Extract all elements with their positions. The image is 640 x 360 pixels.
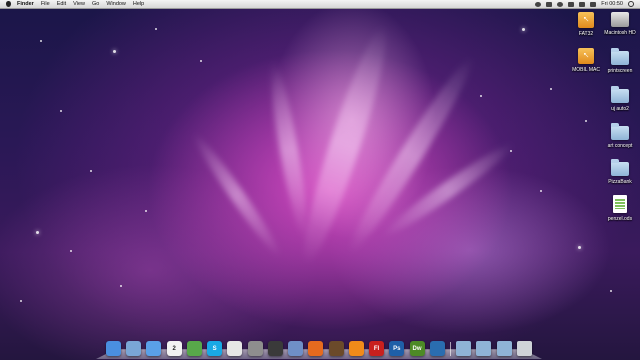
folder-icon (611, 123, 629, 140)
usb-drive-icon: ⭦ (578, 48, 594, 64)
photoshop-icon[interactable]: Ps (389, 341, 405, 356)
folder-icon (611, 86, 629, 103)
bluetooth-icon[interactable] (546, 1, 553, 7)
menu-file[interactable]: File (41, 1, 50, 7)
firefox-icon[interactable] (308, 341, 324, 356)
desktop-icon-label: FAT32 (578, 31, 594, 37)
desktop-icon-uj-auto2[interactable]: uj auto2 (598, 86, 640, 112)
desktop-icon-label: penzel.ods (607, 216, 633, 222)
desktop-icon-label: Macintosh HD (604, 30, 636, 36)
trash-icon[interactable] (516, 341, 532, 356)
skype-icon[interactable]: S (207, 341, 223, 356)
desktop-icon-label: printscreen (607, 68, 633, 74)
app-icon[interactable] (328, 341, 344, 356)
ical-icon[interactable]: 2 (166, 341, 182, 356)
desktop-icon-label: uj auto2 (611, 106, 629, 112)
volume-icon[interactable] (568, 1, 575, 7)
adium-icon[interactable] (186, 341, 202, 356)
desktop-icon-label: MOBIL MAC (572, 67, 600, 73)
menu-window[interactable]: Window (106, 1, 126, 7)
desktop-icon-penzel-ods[interactable]: penzel.ods (598, 195, 640, 222)
dreamweaver-icon[interactable]: Dw (409, 341, 425, 356)
applications-stack-icon[interactable] (456, 341, 472, 356)
battery-icon[interactable] (579, 1, 586, 7)
activity-monitor-icon[interactable] (267, 341, 283, 356)
usb-drive-icon: ⭦ (578, 12, 594, 28)
finder-icon[interactable] (106, 341, 121, 356)
folder-icon (611, 48, 629, 65)
system-preferences-icon[interactable] (247, 341, 263, 356)
time-machine-icon[interactable] (535, 1, 542, 7)
flash-icon[interactable]: Fl (369, 341, 385, 356)
desktop-icon-label: art concept (607, 143, 633, 149)
menu-extras: Fri 00:50 (535, 1, 640, 7)
menu-finder[interactable]: Finder (17, 1, 34, 7)
apple-menu-icon[interactable] (6, 1, 11, 7)
mail-icon[interactable] (126, 341, 142, 356)
textedit-icon[interactable] (227, 341, 243, 356)
safari-icon[interactable] (146, 341, 162, 356)
desktop-icon-macintosh-hd[interactable]: Macintosh HD (598, 12, 640, 36)
dock: 2 S Fl Ps Dw (102, 334, 536, 356)
itunes-icon[interactable] (288, 341, 304, 356)
desktop-icon-pizzabank[interactable]: PizzaBank (598, 159, 640, 185)
dock-separator (449, 342, 451, 356)
menu-view[interactable]: View (73, 1, 85, 7)
downloads-stack-icon[interactable] (496, 341, 512, 356)
vlc-icon[interactable] (348, 341, 364, 356)
documents-stack-icon[interactable] (476, 341, 492, 356)
spreadsheet-document-icon (613, 195, 627, 213)
spotlight-icon[interactable] (628, 1, 634, 7)
folder-icon (611, 159, 629, 176)
menu-bar: Finder File Edit View Go Window Help Fri… (0, 0, 640, 9)
menu-clock[interactable]: Fri 00:50 (601, 1, 623, 7)
desktop-icon-printscreen[interactable]: printscreen (598, 48, 640, 74)
menu-help[interactable]: Help (133, 1, 144, 7)
wifi-icon[interactable] (557, 1, 564, 7)
hard-drive-icon (611, 12, 629, 27)
desktop-icon-art-concept[interactable]: art concept (598, 123, 640, 149)
flag-icon[interactable] (590, 1, 597, 7)
quicktime-icon[interactable] (429, 341, 445, 356)
menu-edit[interactable]: Edit (57, 1, 66, 7)
desktop-icon-label: PizzaBank (608, 179, 632, 185)
menu-go[interactable]: Go (92, 1, 99, 7)
desktop-wallpaper: Finder File Edit View Go Window Help Fri… (0, 0, 640, 360)
